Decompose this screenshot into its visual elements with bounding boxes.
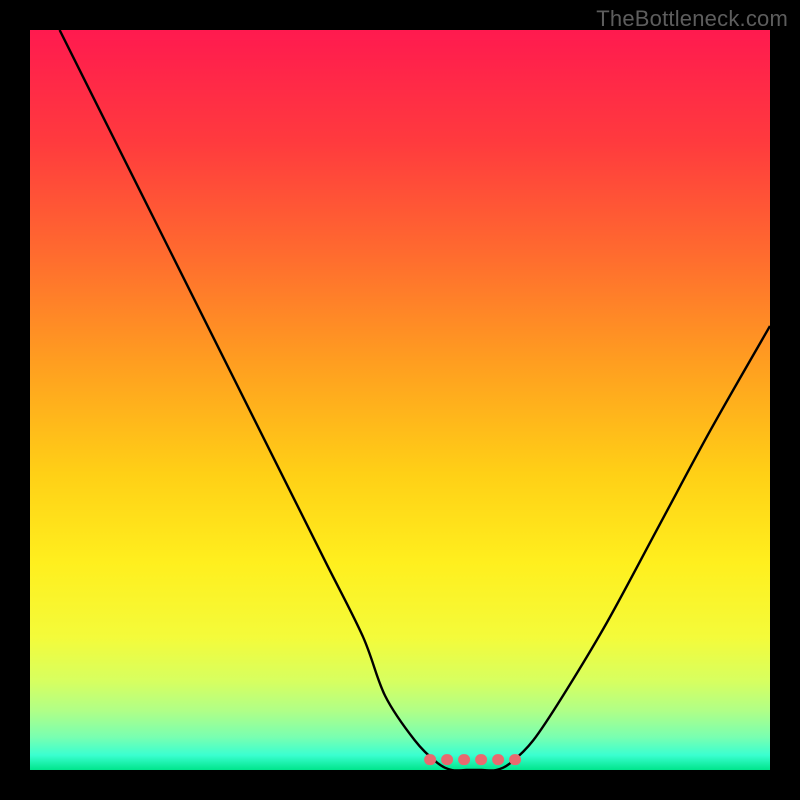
chart-frame: TheBottleneck.com — [0, 0, 800, 800]
watermark-text: TheBottleneck.com — [596, 6, 788, 32]
curve-layer — [30, 30, 770, 770]
bottleneck-curve — [60, 30, 770, 770]
plot-area — [30, 30, 770, 770]
